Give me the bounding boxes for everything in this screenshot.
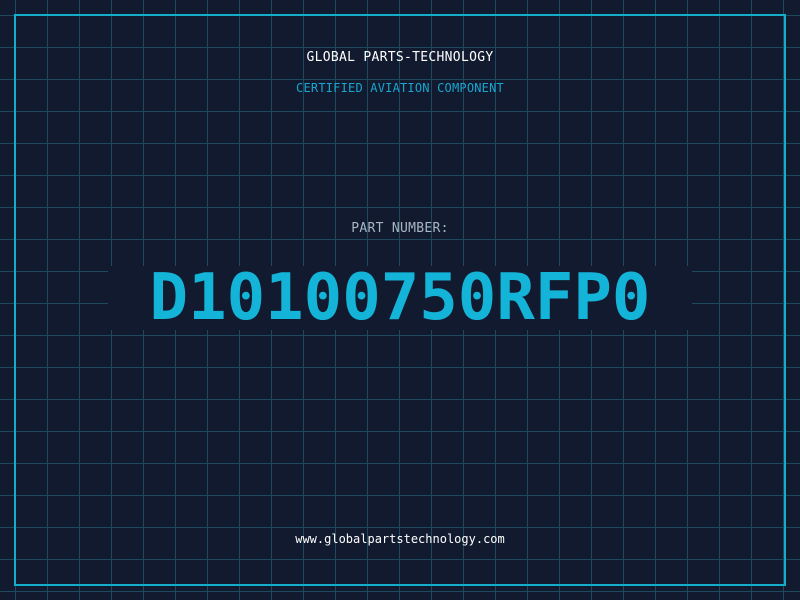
part-number-value: D10100750RFP0 [149,261,651,335]
company-name: GLOBAL PARTS-TECHNOLOGY [306,50,494,65]
website-link[interactable]: www.globalpartstechnology.com [0,532,800,546]
certification-subtitle: CERTIFIED AVIATION COMPONENT [296,81,504,95]
part-number-label: PART NUMBER: [351,221,449,236]
